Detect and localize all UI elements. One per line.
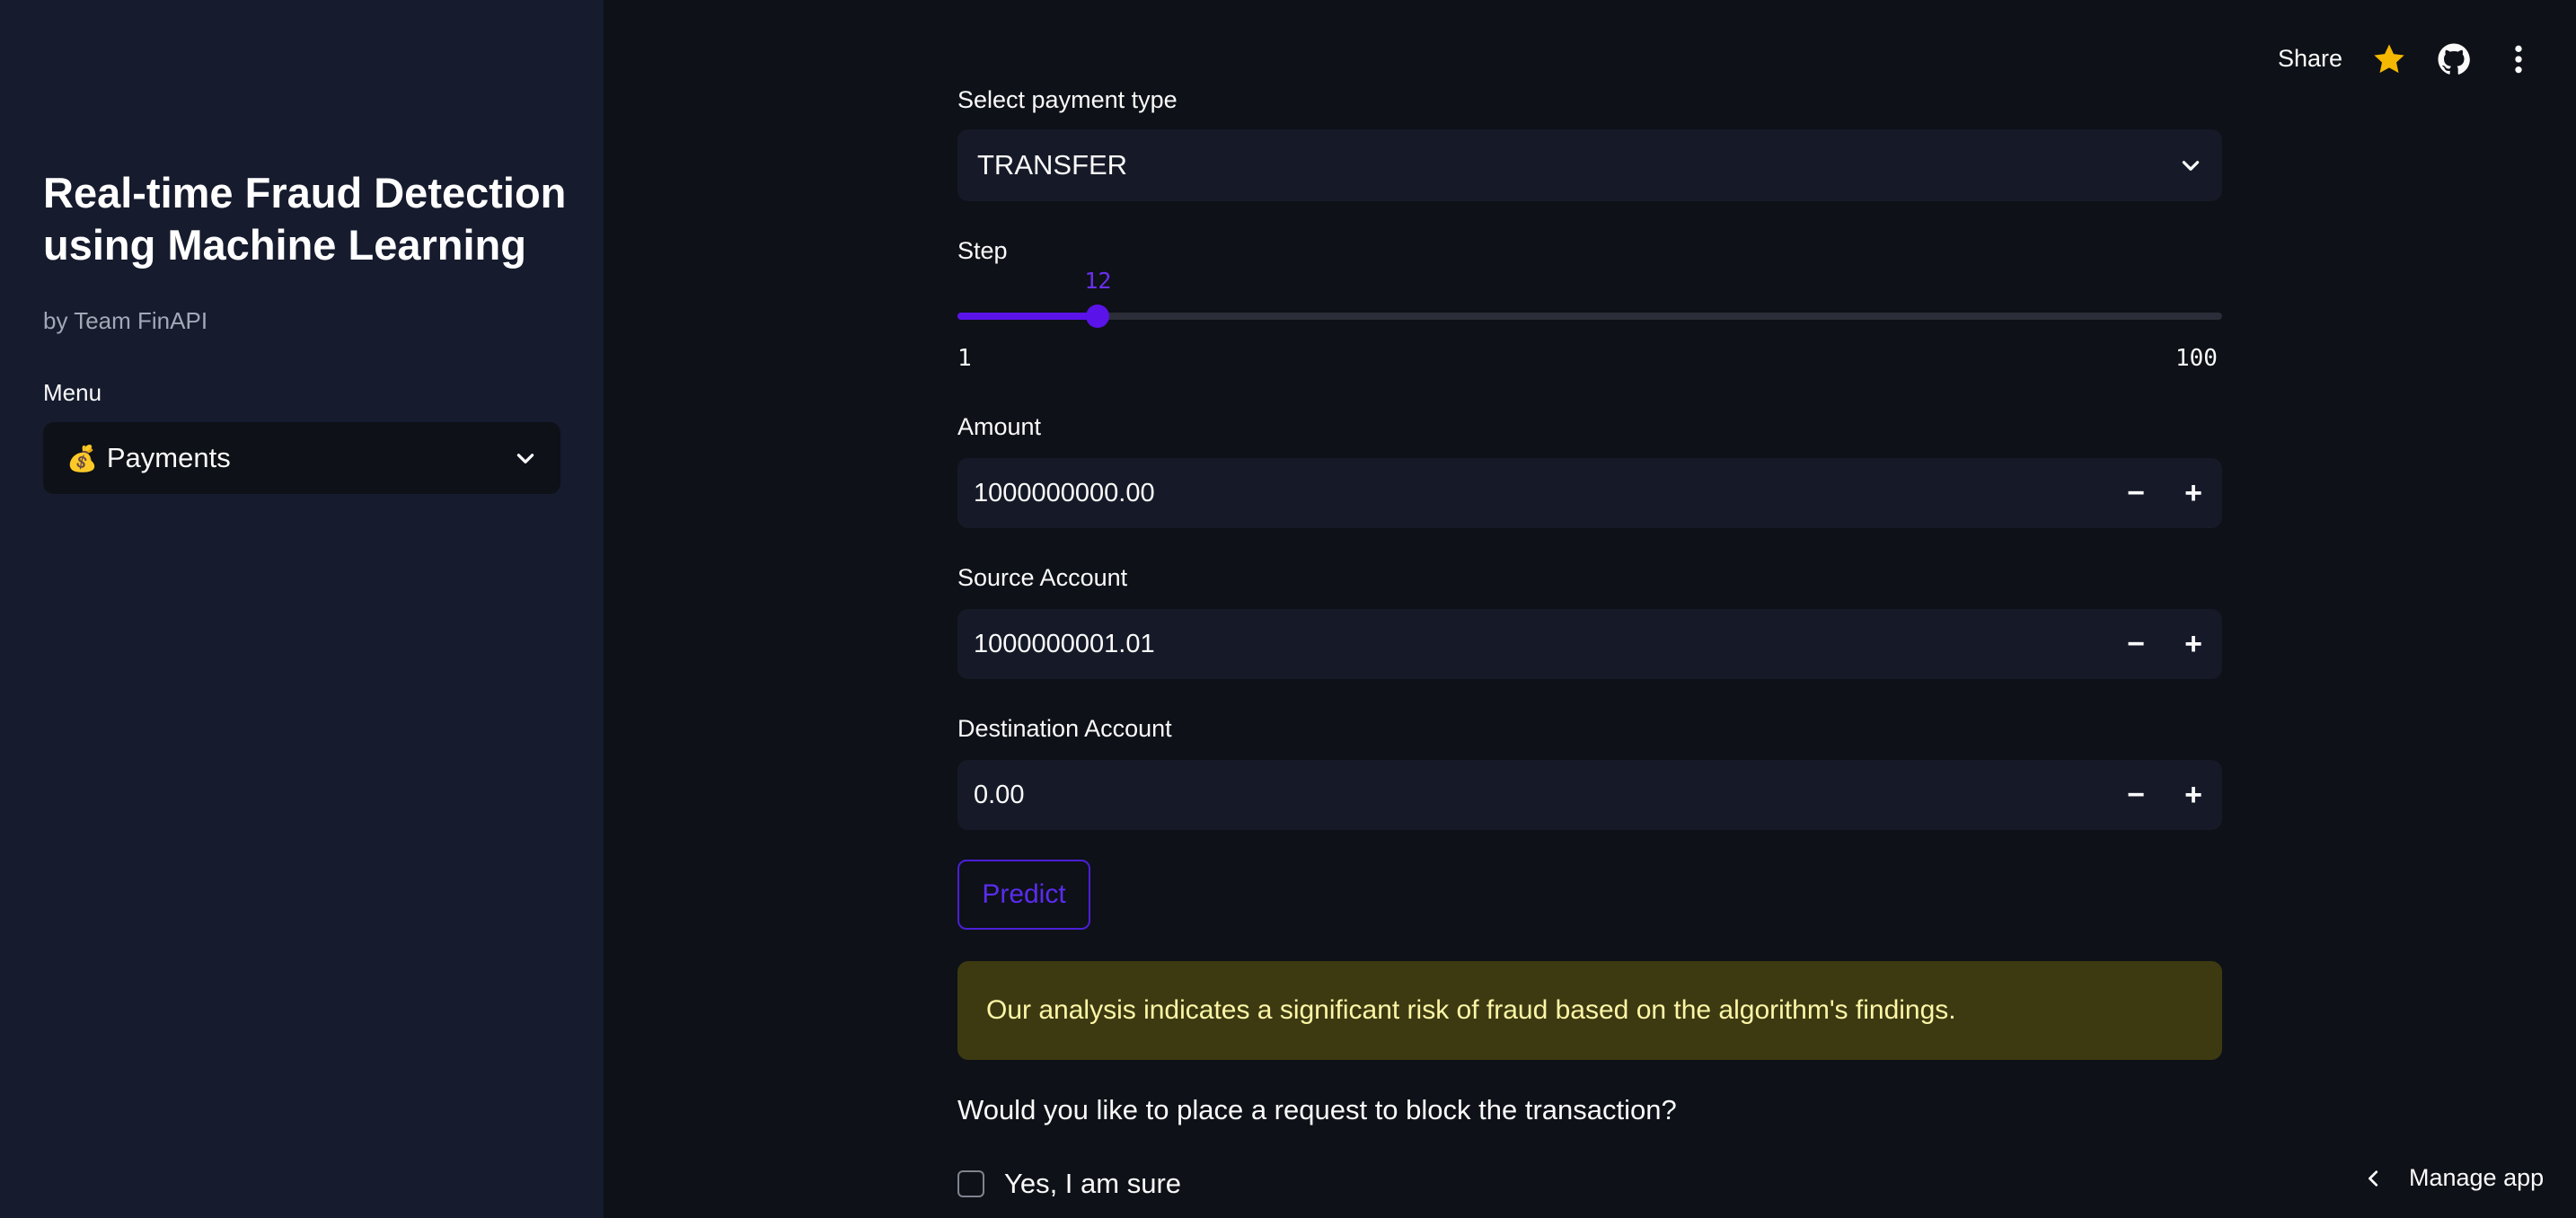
step-slider-thumb[interactable] — [1086, 304, 1110, 328]
manage-app-label: Manage app — [2409, 1164, 2545, 1191]
step-label: Step — [957, 237, 1008, 264]
chevron-down-icon — [516, 454, 534, 463]
app-subtitle: by Team FinAPI — [43, 307, 208, 334]
manage-app-button[interactable]: Manage app — [2364, 1164, 2544, 1192]
menu-select[interactable]: 💰 Payments — [43, 422, 560, 494]
destination-account-value[interactable]: 0.00 — [974, 781, 2107, 810]
amount-input[interactable]: 1000000000.00 − + — [957, 458, 2222, 528]
share-button[interactable]: Share — [2278, 45, 2342, 73]
payment-type-label: Select payment type — [957, 86, 1178, 113]
chevron-down-icon — [2182, 161, 2200, 171]
block-question: Would you like to place a request to blo… — [957, 1094, 1677, 1125]
source-account-label: Source Account — [957, 564, 1128, 591]
sidebar: Real-time Fraud Detection using Machine … — [0, 0, 604, 1218]
confirm-block-checkbox-row[interactable]: Yes, I am sure — [957, 1168, 1181, 1200]
destination-decrement-button[interactable]: − — [2107, 760, 2165, 830]
money-bag-icon: 💰 — [66, 444, 98, 472]
confirm-block-checkbox[interactable] — [957, 1170, 984, 1197]
step-slider-fill — [957, 313, 1098, 320]
destination-increment-button[interactable]: + — [2165, 760, 2222, 830]
more-vertical-icon[interactable] — [2501, 41, 2536, 77]
app-root: Real-time Fraud Detection using Machine … — [0, 0, 2576, 1218]
amount-increment-button[interactable]: + — [2165, 458, 2222, 528]
confirm-block-label[interactable]: Yes, I am sure — [1004, 1168, 1181, 1200]
payment-type-select[interactable]: TRANSFER — [957, 129, 2222, 201]
source-account-input[interactable]: 1000000001.01 − + — [957, 609, 2222, 679]
source-decrement-button[interactable]: − — [2107, 609, 2165, 679]
step-slider-max: 100 — [2175, 345, 2218, 372]
step-slider-value: 12 — [1084, 268, 1112, 294]
menu-label: Menu — [43, 379, 102, 406]
fraud-warning-alert: Our analysis indicates a significant ris… — [957, 961, 2222, 1060]
source-account-value[interactable]: 1000000001.01 — [974, 630, 2107, 659]
amount-value[interactable]: 1000000000.00 — [974, 479, 2107, 508]
destination-account-input[interactable]: 0.00 − + — [957, 760, 2222, 830]
amount-label: Amount — [957, 413, 1042, 440]
predict-button[interactable]: Predict — [957, 860, 1090, 930]
amount-decrement-button[interactable]: − — [2107, 458, 2165, 528]
payment-type-value: TRANSFER — [977, 149, 1128, 181]
star-icon[interactable] — [2371, 41, 2407, 77]
menu-selected-value: Payments — [106, 442, 231, 473]
step-slider-min: 1 — [957, 345, 972, 372]
chevron-left-icon — [2369, 1169, 2378, 1187]
source-increment-button[interactable]: + — [2165, 609, 2222, 679]
app-title: Real-time Fraud Detection using Machine … — [43, 169, 567, 269]
github-icon[interactable] — [2436, 41, 2472, 77]
destination-account-label: Destination Account — [957, 715, 1172, 742]
step-slider[interactable]: 12 — [957, 268, 2222, 328]
